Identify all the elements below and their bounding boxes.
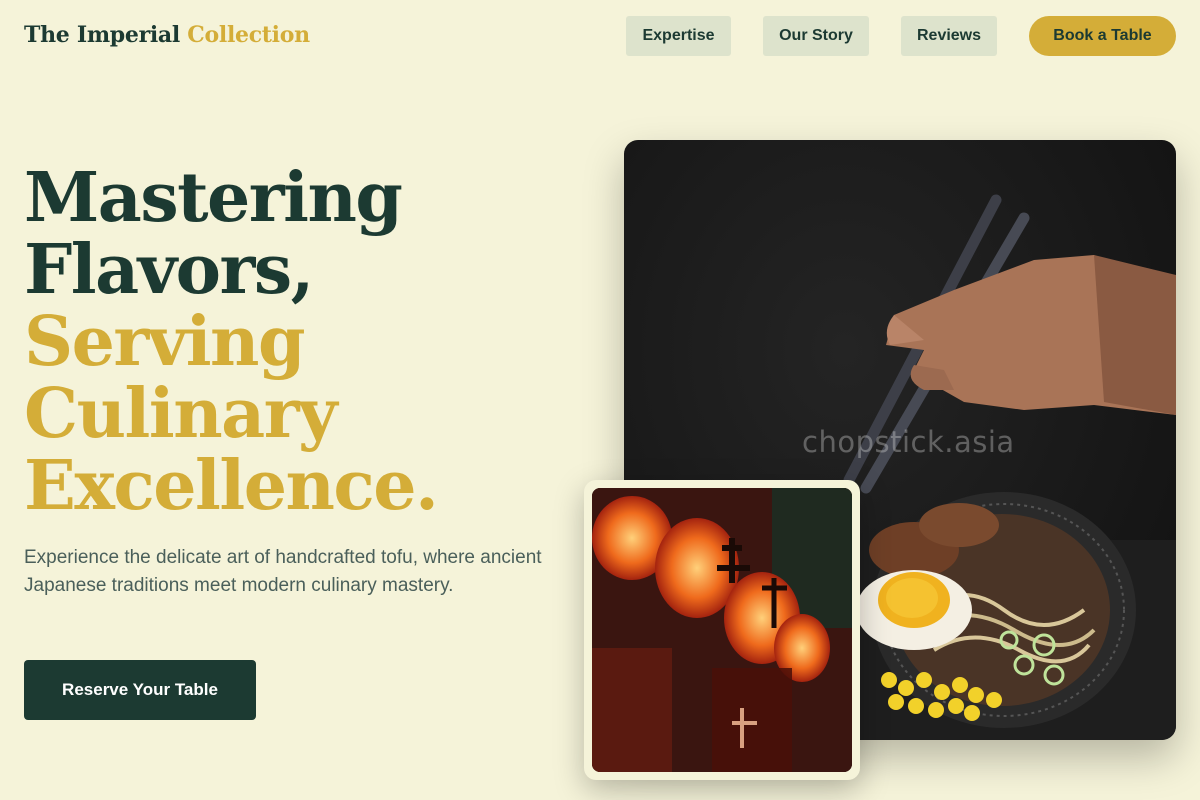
hero-title: Mastering Flavors, Serving Culinary Exce…: [24, 158, 439, 526]
lanterns-inset-image: [584, 480, 860, 780]
lanterns-illustration: [592, 488, 852, 772]
hero-title-line: Serving: [24, 302, 306, 382]
nav-reviews-button[interactable]: Reviews: [901, 16, 997, 56]
main-nav: Expertise Our Story Reviews Book a Table: [626, 16, 1176, 56]
lanterns-photo: [592, 488, 852, 772]
hero-title-line: Mastering: [24, 158, 403, 238]
hero-title-line: Culinary: [24, 374, 338, 454]
brand-name-accent: Collection: [187, 22, 310, 48]
nav-expertise-button[interactable]: Expertise: [626, 16, 731, 56]
brand-name-primary: The Imperial: [24, 22, 180, 48]
book-table-button[interactable]: Book a Table: [1029, 16, 1176, 56]
hero-title-line: Flavors,: [24, 230, 314, 310]
hero-title-line: Excellence.: [24, 446, 439, 526]
image-watermark: chopstick.asia: [802, 425, 1015, 459]
nav-our-story-button[interactable]: Our Story: [763, 16, 869, 56]
brand-logo[interactable]: The Imperial Collection: [24, 22, 310, 48]
hero-description: Experience the delicate art of handcraft…: [24, 547, 542, 596]
reserve-table-button[interactable]: Reserve Your Table: [24, 660, 256, 720]
